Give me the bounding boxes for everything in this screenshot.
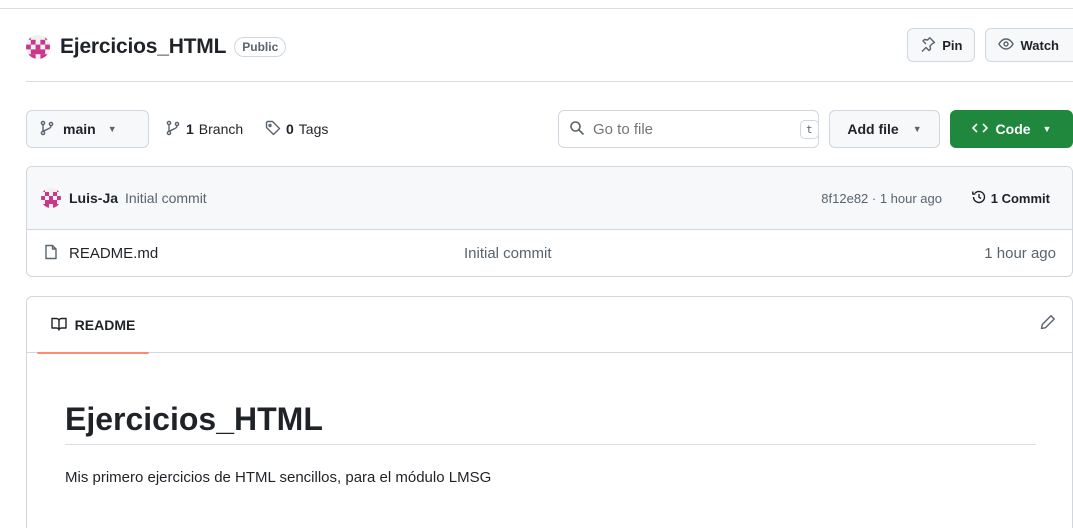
- branch-selector[interactable]: main ▼: [26, 110, 149, 148]
- repo-toolbar: main ▼ 1 Branch 0 Tags t Add fi: [26, 110, 1073, 148]
- visibility-badge: Public: [234, 37, 287, 57]
- repo-header: Ejercicios_HTML Public Pin Watch: [26, 26, 1073, 68]
- eye-icon: [998, 36, 1015, 55]
- readme-panel: README Ejercicios_HTML Mis primero ejerc…: [26, 296, 1073, 528]
- file-commit-date: 1 hour ago: [984, 245, 1056, 262]
- pin-label: Pin: [942, 37, 963, 53]
- header-divider: [26, 81, 1073, 82]
- author-avatar[interactable]: [41, 188, 61, 208]
- chevron-down-icon: ▼: [912, 124, 922, 134]
- active-tab-indicator: [37, 352, 149, 354]
- branch-name: main: [63, 121, 96, 137]
- branches-link[interactable]: 1 Branch: [165, 110, 243, 148]
- edit-pencil-icon[interactable]: [1040, 314, 1056, 333]
- file-browser: Luis-Ja Initial commit 8f12e82 · 1 hour …: [26, 166, 1073, 277]
- readme-tabs: README: [27, 297, 1072, 354]
- add-file-button[interactable]: Add file ▼: [829, 110, 940, 148]
- branch-icon: [39, 120, 55, 139]
- top-divider: [0, 8, 1073, 9]
- commit-hash-time[interactable]: 8f12e82 · 1 hour ago: [821, 191, 942, 206]
- history-icon: [971, 189, 987, 208]
- pin-button[interactable]: Pin: [907, 28, 976, 62]
- latest-commit-row: Luis-Ja Initial commit 8f12e82 · 1 hour …: [27, 167, 1072, 230]
- chevron-down-icon: ▼: [107, 124, 117, 134]
- watch-button[interactable]: Watch: [985, 28, 1073, 62]
- file-name-link[interactable]: README.md: [69, 245, 158, 262]
- pin-icon: [920, 36, 936, 55]
- file-icon: [43, 244, 59, 263]
- tags-link[interactable]: 0 Tags: [265, 110, 328, 148]
- tag-icon: [265, 120, 281, 139]
- readme-heading: Ejercicios_HTML: [65, 401, 1036, 445]
- commit-count-label: 1 Commit: [990, 190, 1050, 206]
- tab-readme[interactable]: README: [37, 297, 149, 354]
- tags-count: 0: [286, 121, 294, 137]
- file-commit-message[interactable]: Initial commit: [464, 245, 552, 262]
- owner-avatar[interactable]: [26, 35, 50, 59]
- code-label: Code: [995, 121, 1031, 137]
- book-icon: [50, 316, 67, 335]
- commit-author[interactable]: Luis-Ja: [69, 190, 118, 206]
- tags-label: Tags: [298, 121, 329, 137]
- search-shortcut-key: t: [800, 119, 819, 139]
- readme-tab-label: README: [74, 317, 136, 333]
- commits-link[interactable]: 1 Commit: [971, 189, 1050, 208]
- code-icon: [971, 120, 988, 139]
- table-row[interactable]: README.md Initial commit 1 hour ago: [27, 230, 1072, 276]
- go-to-file-search[interactable]: t: [558, 110, 819, 148]
- watch-label: Watch: [1020, 37, 1059, 53]
- repo-actions: Pin Watch: [907, 28, 1073, 62]
- repo-name[interactable]: Ejercicios_HTML: [60, 35, 226, 59]
- branches-label: Branch: [198, 121, 244, 137]
- search-input[interactable]: [593, 120, 792, 138]
- search-icon: [569, 120, 585, 139]
- readme-paragraph: Mis primero ejercicios de HTML sencillos…: [65, 469, 492, 486]
- branches-count: 1: [186, 121, 194, 137]
- branch-icon: [165, 120, 181, 139]
- chevron-down-icon: ▼: [1042, 124, 1052, 134]
- readme-content: Ejercicios_HTML Mis primero ejercicios d…: [27, 401, 1072, 486]
- commit-message[interactable]: Initial commit: [125, 190, 207, 206]
- code-button[interactable]: Code ▼: [950, 110, 1073, 148]
- add-file-label: Add file: [847, 121, 899, 137]
